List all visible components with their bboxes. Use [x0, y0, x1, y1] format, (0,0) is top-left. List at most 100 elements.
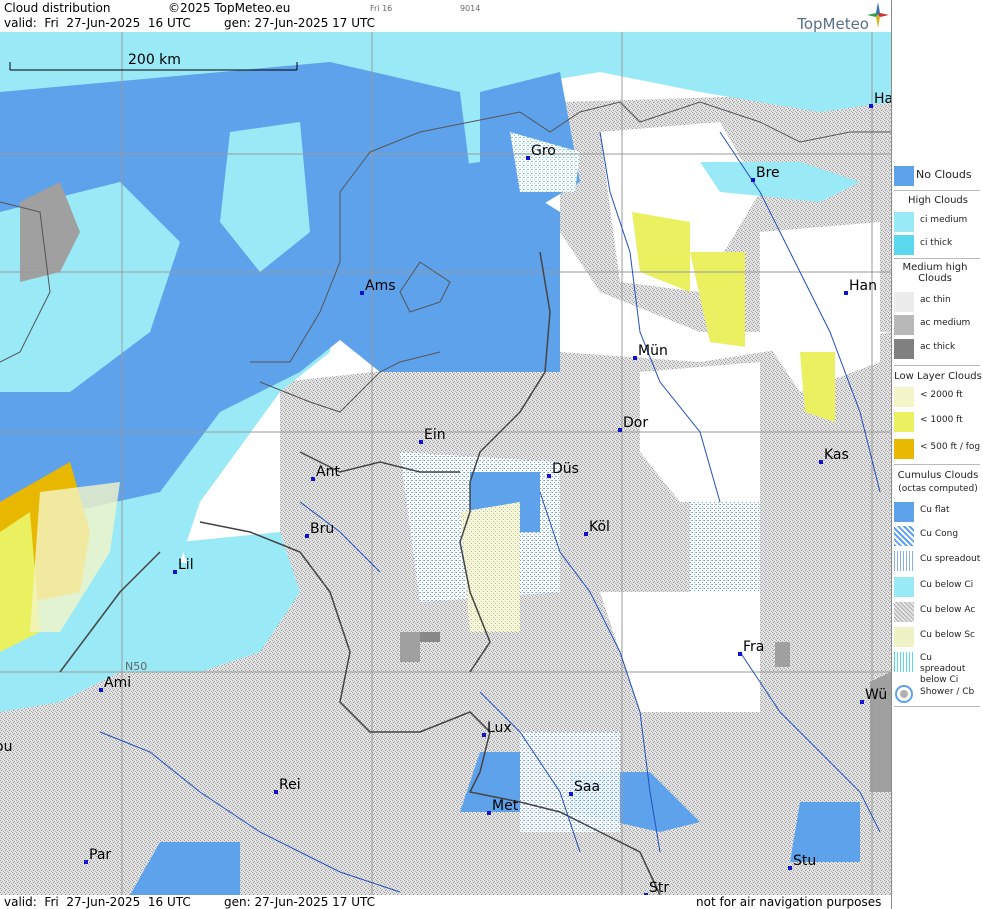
legend-cu-below-ci[interactable]: Cu below Ci — [892, 575, 983, 597]
legend-swatch — [894, 292, 914, 312]
city-han: Han — [844, 278, 877, 295]
legend-cu-spreadout[interactable]: Cu spreadout — [892, 549, 983, 571]
legend-cumulus-subtitle: (octas computed) — [898, 484, 978, 494]
legend-low-1000[interactable]: < 1000 ft — [892, 410, 983, 432]
legend-label: ac thin — [920, 295, 951, 305]
city-label: Lil — [178, 557, 194, 573]
legend-cu-flat[interactable]: Cu flat — [892, 500, 983, 522]
city-saa: Saa — [569, 779, 600, 796]
compass-logo-icon — [867, 2, 889, 28]
city-ou: ou — [0, 739, 12, 755]
legend-swatch — [894, 577, 914, 597]
city-dot — [305, 534, 309, 538]
city-dot — [618, 428, 622, 432]
city-dot — [819, 460, 823, 464]
city-stu: Stu — [788, 853, 816, 870]
city-label: Lux — [487, 720, 512, 736]
legend-shower-cb[interactable]: Shower / Cb — [892, 682, 983, 704]
legend-divider — [894, 190, 980, 191]
ac-medium-patch-3 — [775, 642, 790, 667]
legend-ac-medium[interactable]: ac medium — [892, 313, 983, 335]
legend-low-title: Low Layer Clouds — [894, 371, 982, 382]
city-dot — [274, 790, 278, 794]
copyright: ©2025 TopMeteo.eu — [168, 1, 291, 15]
run-code: 9014 — [460, 4, 481, 13]
legend-panel: No Clouds High Clouds ci medium ci thick… — [891, 0, 983, 909]
city-kas: Kas — [819, 447, 849, 464]
city-bre: Bre — [751, 165, 780, 182]
city-dot — [584, 532, 588, 536]
legend-medium-title: Medium high Clouds — [902, 262, 968, 284]
city-label: Düs — [552, 461, 579, 477]
day-hour-code: Fri 16 — [370, 4, 393, 13]
legend-cu-spreadout-below-ci[interactable]: Cu spreadout below Ci — [892, 650, 983, 685]
city-dot — [860, 700, 864, 704]
city-label: Stu — [793, 853, 816, 869]
city-label: Köl — [589, 519, 610, 535]
latitude-label: N50 — [125, 660, 147, 673]
city-dot — [788, 866, 792, 870]
legend-swatch — [894, 412, 914, 432]
legend-ci-medium[interactable]: ci medium — [892, 210, 983, 232]
legend-swatch — [894, 502, 914, 522]
footer-valid-time: valid: Fri 27-Jun-2025 16 UTC — [4, 895, 191, 909]
legend-cu-below-ac[interactable]: Cu below Ac — [892, 600, 983, 622]
city-met: Met — [487, 798, 519, 815]
city-label: ou — [0, 739, 12, 755]
footer: valid: Fri 27-Jun-2025 16 UTC gen: 27-Ju… — [0, 895, 891, 909]
city-dot — [547, 474, 551, 478]
header: Cloud distribution ©2025 TopMeteo.eu Fri… — [0, 0, 891, 33]
legend-label: Cu flat — [920, 505, 950, 515]
legend-label: < 2000 ft — [920, 390, 963, 400]
city-dot — [487, 811, 491, 815]
legend-cumulus-title: Cumulus Clouds — [897, 470, 979, 481]
legend-ac-thin[interactable]: ac thin — [892, 290, 983, 312]
legend-label: ci thick — [920, 238, 953, 248]
cloud-map[interactable]: 200 km N50 Gro Bre Ha Ams Han Mün Ein Dor Ant Düs… — [0, 32, 891, 895]
legend-label: < 500 ft / fog — [920, 442, 981, 452]
legend-swatch — [894, 551, 914, 571]
legend-swatch — [894, 212, 914, 232]
city-label: Ant — [316, 464, 340, 480]
city-label: Rei — [279, 777, 301, 793]
legend-label: No Clouds — [916, 168, 972, 181]
legend-swatch — [894, 526, 914, 546]
legend-label: ac thick — [920, 342, 956, 352]
city-dot — [482, 733, 486, 737]
legend-label: Cu below Ci — [920, 580, 974, 590]
legend-cu-below-sc[interactable]: Cu below Sc — [892, 625, 983, 647]
legend-label: Cu spreadout — [920, 554, 981, 564]
low-cloud-east-3 — [800, 352, 835, 422]
legend-high-title: High Clouds — [908, 195, 968, 206]
city-label: Kas — [824, 447, 849, 463]
legend-label: ci medium — [920, 215, 968, 225]
city-gro: Gro — [526, 143, 556, 160]
legend-swatch — [894, 339, 914, 359]
city-dot — [738, 652, 742, 656]
city-ant: Ant — [311, 464, 340, 481]
legend-divider — [894, 258, 980, 259]
city-label: Met — [492, 798, 519, 814]
legend-ac-thick[interactable]: ac thick — [892, 337, 983, 359]
city-label: Mün — [638, 343, 668, 359]
city-dot — [360, 291, 364, 295]
city-dot — [633, 356, 637, 360]
legend-label: Cu below Ac — [920, 605, 976, 615]
legend-cu-cong[interactable]: Cu Cong — [892, 524, 983, 546]
city-dot — [526, 156, 530, 160]
city-label: Ein — [424, 427, 446, 443]
legend-swatch — [894, 652, 914, 672]
legend-ci-thick[interactable]: ci thick — [892, 233, 983, 255]
brand-logo-text[interactable]: TopMeteo — [797, 15, 869, 33]
legend-label: Cu below Sc — [920, 630, 975, 640]
legend-no-clouds[interactable]: No Clouds — [892, 164, 983, 186]
legend-low-2000[interactable]: < 2000 ft — [892, 385, 983, 407]
city-label: Bre — [756, 165, 780, 181]
city-dot — [569, 792, 573, 796]
scale-label: 200 km — [128, 52, 181, 68]
legend-swatch — [894, 387, 914, 407]
legend-fog[interactable]: < 500 ft / fog — [892, 437, 983, 459]
map-canvas: 200 km N50 Gro Bre Ha Ams Han Mün Ein Dor Ant Düs… — [0, 32, 891, 895]
cu-below-sc-1 — [460, 502, 520, 632]
city-dor: Dor — [618, 415, 648, 432]
